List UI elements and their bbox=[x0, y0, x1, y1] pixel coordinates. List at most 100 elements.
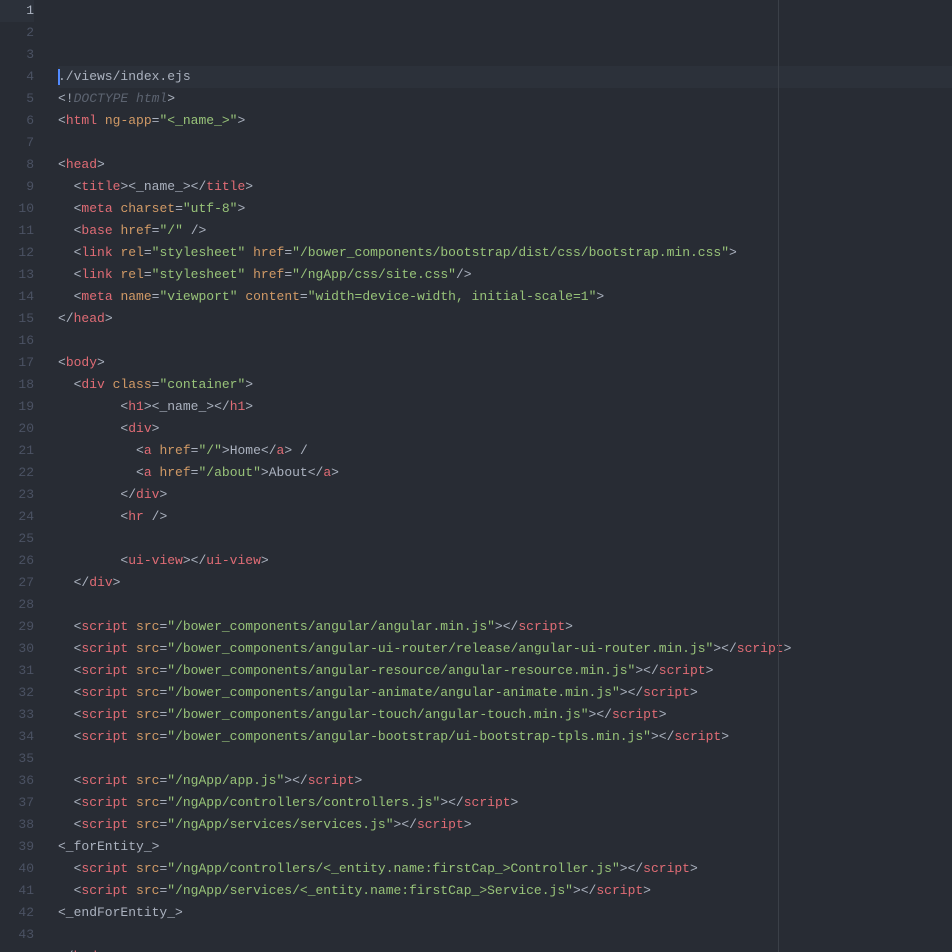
code-line[interactable]: <a href="/">Home</a> / bbox=[58, 440, 952, 462]
code-line[interactable]: </body> bbox=[58, 946, 952, 952]
token-p: </ bbox=[659, 729, 675, 744]
token-txt: ./views/index.ejs bbox=[58, 69, 191, 84]
token-p bbox=[128, 883, 136, 898]
code-line[interactable]: <ui-view></ui-view> bbox=[58, 550, 952, 572]
code-line[interactable] bbox=[58, 924, 952, 946]
token-s: "/bower_components/angular-bootstrap/ui-… bbox=[167, 729, 651, 744]
token-p: > bbox=[620, 685, 628, 700]
code-line[interactable] bbox=[58, 594, 952, 616]
code-line[interactable]: ./views/index.ejs bbox=[58, 66, 952, 88]
code-line[interactable]: <link rel="stylesheet" href="/ngApp/css/… bbox=[58, 264, 952, 286]
code-line[interactable]: <div class="container"> bbox=[58, 374, 952, 396]
token-s: "/bower_components/angular-touch/angular… bbox=[167, 707, 588, 722]
token-t: body bbox=[66, 355, 97, 370]
code-line[interactable]: <base href="/" /> bbox=[58, 220, 952, 242]
code-line[interactable]: <script src="/ngApp/services/services.js… bbox=[58, 814, 952, 836]
line-number: 38 bbox=[0, 814, 34, 836]
token-t: h1 bbox=[128, 399, 144, 414]
token-p: < bbox=[58, 113, 66, 128]
token-p bbox=[128, 795, 136, 810]
token-p: > bbox=[464, 817, 472, 832]
token-p: </ bbox=[191, 553, 207, 568]
code-line[interactable]: <title><_name_></title> bbox=[58, 176, 952, 198]
code-line[interactable]: <h1><_name_></h1> bbox=[58, 396, 952, 418]
token-a: src bbox=[136, 883, 159, 898]
code-line[interactable]: <script src="/ngApp/services/<_entity.na… bbox=[58, 880, 952, 902]
line-number: 25 bbox=[0, 528, 34, 550]
token-p: > bbox=[245, 399, 253, 414]
code-line[interactable]: <script src="/bower_components/angular-b… bbox=[58, 726, 952, 748]
code-line[interactable]: <meta name="viewport" content="width=dev… bbox=[58, 286, 952, 308]
token-s: "/ngApp/css/site.css" bbox=[292, 267, 456, 282]
token-t: script bbox=[81, 883, 128, 898]
code-line[interactable]: <script src="/ngApp/controllers/controll… bbox=[58, 792, 952, 814]
token-txt: About bbox=[269, 465, 308, 480]
code-line[interactable]: <a href="/about">About</a> bbox=[58, 462, 952, 484]
code-line[interactable]: <script src="/bower_components/angular-t… bbox=[58, 704, 952, 726]
token-t: title bbox=[206, 179, 245, 194]
code-line[interactable] bbox=[58, 330, 952, 352]
token-t: script bbox=[417, 817, 464, 832]
code-line[interactable]: <hr /> bbox=[58, 506, 952, 528]
token-c: DOCTYPE html bbox=[74, 91, 168, 106]
code-line[interactable]: <!DOCTYPE html> bbox=[58, 88, 952, 110]
line-number: 39 bbox=[0, 836, 34, 858]
code-line[interactable]: <link rel="stylesheet" href="/bower_comp… bbox=[58, 242, 952, 264]
code-line[interactable] bbox=[58, 748, 952, 770]
token-p bbox=[128, 641, 136, 656]
token-t: script bbox=[659, 663, 706, 678]
code-line[interactable]: <div> bbox=[58, 418, 952, 440]
code-line[interactable]: <_forEntity_> bbox=[58, 836, 952, 858]
code-line[interactable]: <meta charset="utf-8"> bbox=[58, 198, 952, 220]
code-line[interactable]: <script src="/ngApp/app.js"></script> bbox=[58, 770, 952, 792]
code-line[interactable]: <script src="/bower_components/angular-r… bbox=[58, 660, 952, 682]
token-s: "/ngApp/services/<_entity.name:firstCap_… bbox=[167, 883, 573, 898]
token-a: src bbox=[136, 619, 159, 634]
token-p bbox=[128, 817, 136, 832]
code-line[interactable]: <body> bbox=[58, 352, 952, 374]
token-p: = bbox=[144, 245, 152, 260]
code-line[interactable]: <script src="/bower_components/angular/a… bbox=[58, 616, 952, 638]
code-line[interactable]: <script src="/ngApp/controllers/<_entity… bbox=[58, 858, 952, 880]
code-area[interactable]: ./views/index.ejs <!DOCTYPE html><html ng… bbox=[48, 0, 952, 952]
token-t: div bbox=[128, 421, 151, 436]
token-a: rel bbox=[120, 245, 143, 260]
token-p: = bbox=[300, 289, 308, 304]
token-t: script bbox=[643, 861, 690, 876]
token-p: > bbox=[245, 179, 253, 194]
code-line[interactable]: <html ng-app="<_name_>"> bbox=[58, 110, 952, 132]
code-line[interactable] bbox=[58, 132, 952, 154]
token-a: charset bbox=[120, 201, 175, 216]
code-line[interactable]: <script src="/bower_components/angular-a… bbox=[58, 682, 952, 704]
code-line[interactable] bbox=[58, 528, 952, 550]
token-a: src bbox=[136, 817, 159, 832]
code-line[interactable]: <_endForEntity_> bbox=[58, 902, 952, 924]
line-number: 7 bbox=[0, 132, 34, 154]
line-number: 5 bbox=[0, 88, 34, 110]
code-line[interactable]: <script src="/bower_components/angular-u… bbox=[58, 638, 952, 660]
line-number: 24 bbox=[0, 506, 34, 528]
code-line[interactable]: </div> bbox=[58, 484, 952, 506]
token-t: script bbox=[596, 883, 643, 898]
line-number: 31 bbox=[0, 660, 34, 682]
token-p bbox=[128, 685, 136, 700]
code-line[interactable]: <head> bbox=[58, 154, 952, 176]
token-s: "container" bbox=[159, 377, 245, 392]
token-p bbox=[97, 113, 105, 128]
code-line[interactable]: </div> bbox=[58, 572, 952, 594]
token-t: link bbox=[81, 245, 112, 260]
token-p: < bbox=[58, 157, 66, 172]
token-p bbox=[128, 861, 136, 876]
line-number: 14 bbox=[0, 286, 34, 308]
token-p: > bbox=[284, 773, 292, 788]
token-p: > bbox=[635, 663, 643, 678]
token-t: script bbox=[464, 795, 511, 810]
token-p: > bbox=[105, 311, 113, 326]
token-s: "/ngApp/controllers/<_entity.name:firstC… bbox=[167, 861, 619, 876]
code-line[interactable]: </head> bbox=[58, 308, 952, 330]
code-editor[interactable]: 1234567891011121314151617181920212223242… bbox=[0, 0, 952, 952]
line-number: 2 bbox=[0, 22, 34, 44]
token-txt: <_name_> bbox=[128, 179, 190, 194]
line-number: 32 bbox=[0, 682, 34, 704]
line-number: 21 bbox=[0, 440, 34, 462]
